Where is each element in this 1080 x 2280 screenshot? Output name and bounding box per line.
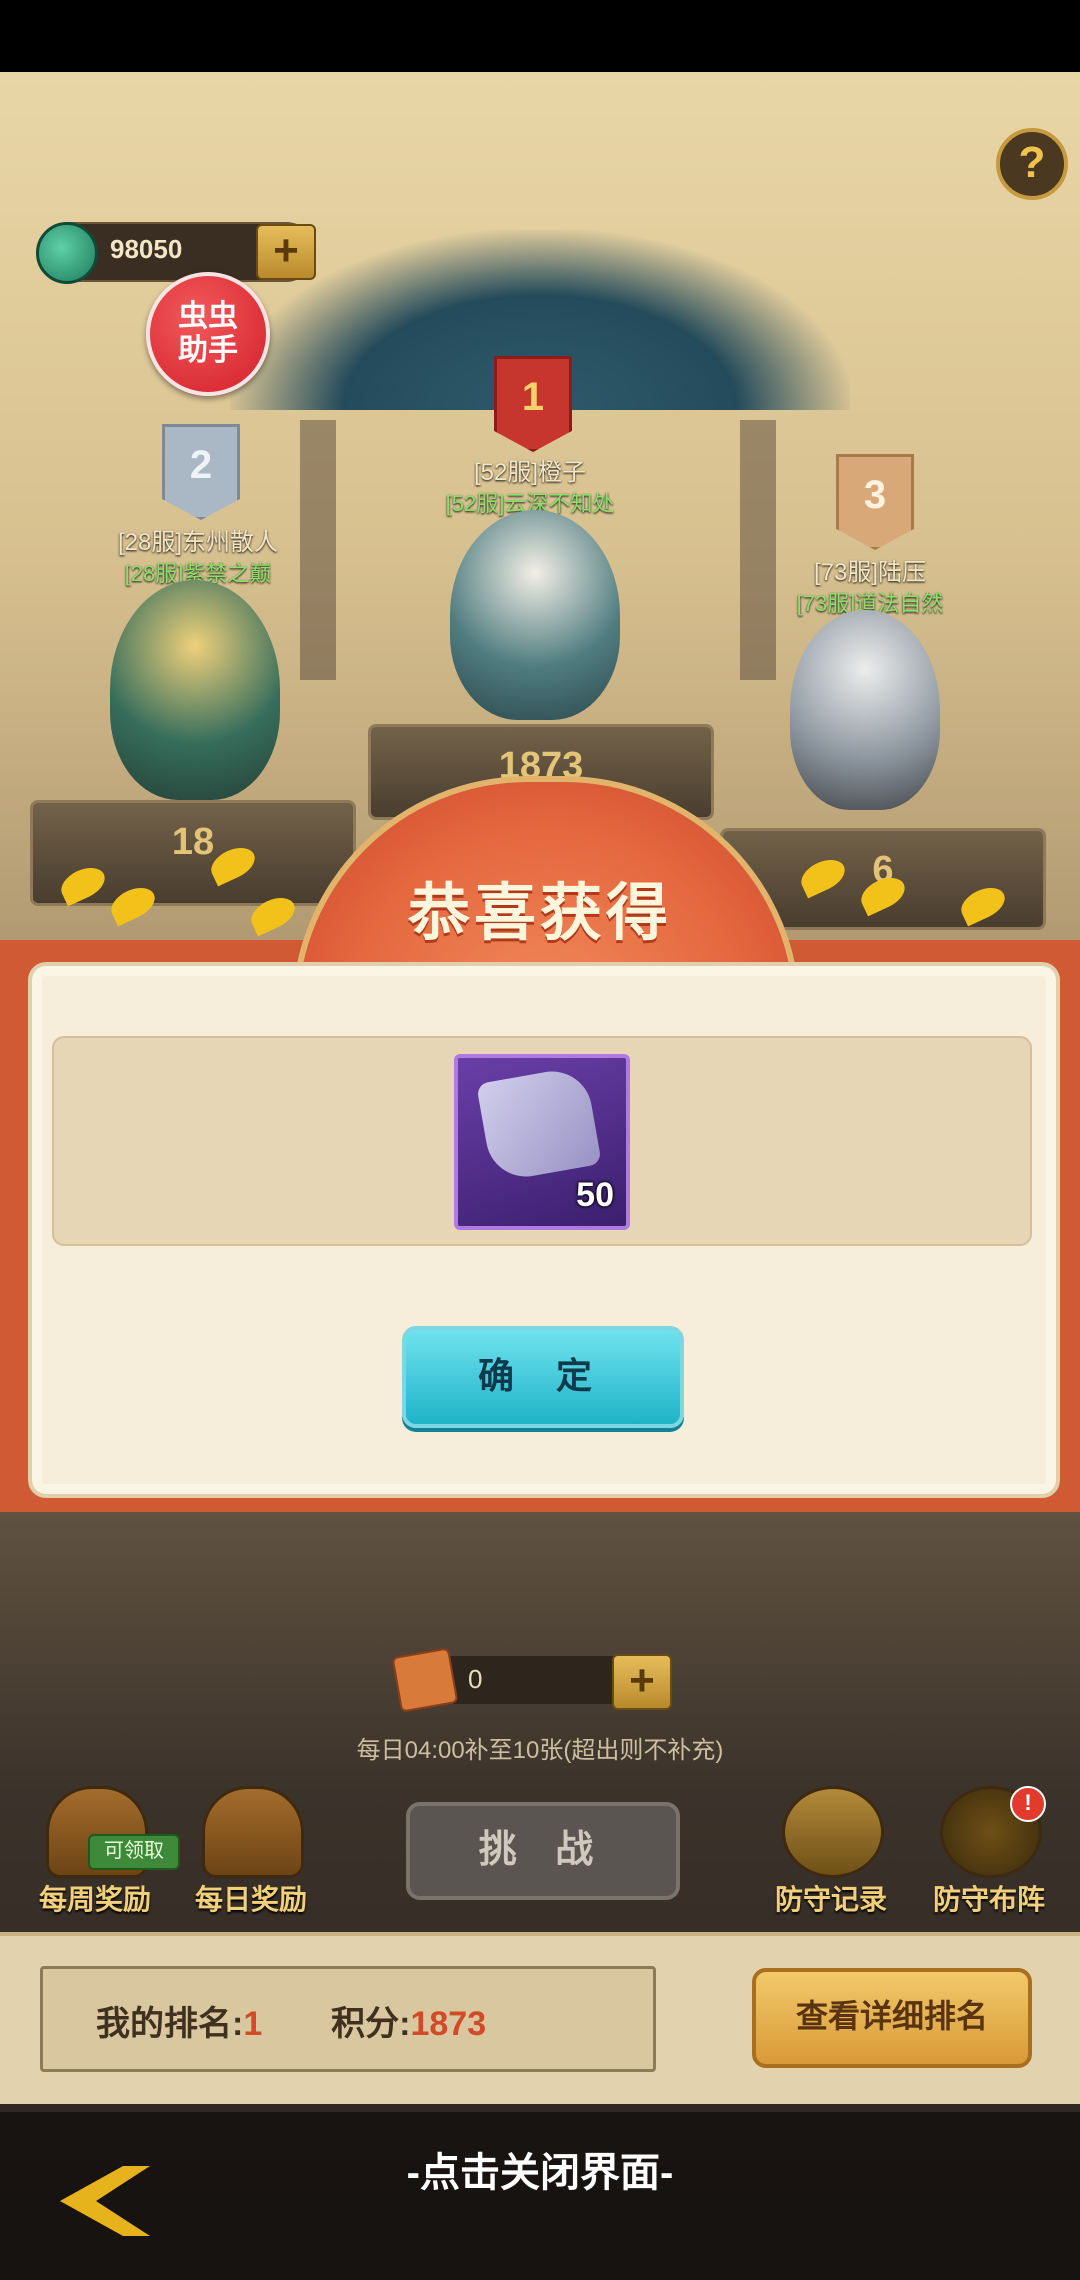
weekly-reward-label: 每周奖励 [38,1884,151,1915]
add-ticket-button[interactable]: + [612,1654,672,1710]
defense-log-button[interactable]: 防守记录 [746,1786,916,1916]
defense-setup-label: 防守布阵 [932,1884,1045,1915]
rank-2-hero[interactable] [110,580,280,800]
treasure-chest-icon [202,1786,304,1878]
score-value: 1873 [410,2005,487,2043]
confirm-button[interactable]: 确 定 [402,1326,684,1428]
rank-3-hero[interactable] [790,610,940,810]
currency-amount: 98050 [110,234,183,264]
rank-2-score: 18 [171,821,215,863]
bug-assistant-button[interactable]: 虫虫助手 [146,272,270,396]
close-hint-text: -点击关闭界面- [406,2151,674,2195]
ticket-count: 0 [468,1664,483,1694]
my-rank-label: 我的排名: [96,2005,244,2043]
rank-3-player-name[interactable]: [73服]陆压 [710,552,1030,587]
score-label: 积分: [331,2005,411,2043]
add-currency-button[interactable]: + [256,224,316,280]
defense-log-label: 防守记录 [774,1884,887,1915]
my-rank-value: 1 [243,2005,263,2043]
rank-1-player-name[interactable]: [52服]橙子 [370,452,690,487]
rank-2-player-name[interactable]: [28服]东州散人 [38,522,358,557]
temple-pillar [740,420,776,680]
daily-reward-label: 每日奖励 [194,1884,307,1915]
crossed-swords-icon [782,1786,884,1878]
bug-assistant-label: 虫虫助手 [178,300,238,367]
challenge-ticket-icon [391,1647,459,1713]
reward-item-quantity: 50 [576,1176,614,1214]
daily-reward-button[interactable]: 每日奖励 [166,1786,336,1916]
challenge-button[interactable]: 挑 战 [406,1802,680,1900]
notification-badge: ! [1010,1786,1046,1822]
help-button[interactable]: ? [996,128,1068,200]
reward-dialog-title: 恭喜获得 [407,879,672,948]
coin-icon [36,222,98,284]
view-detailed-ranking-button[interactable]: 查看详细排名 [752,1968,1032,2068]
status-bar [0,0,1080,72]
rank-1-hero[interactable] [450,510,620,720]
ticket-refill-note: 每日04:00补至10张(超出则不补充) [356,1737,724,1764]
defense-setup-button[interactable]: 防守布阵 [904,1786,1074,1916]
my-ranking-text: 我的排名:1 积分:1873 [96,1996,486,2045]
